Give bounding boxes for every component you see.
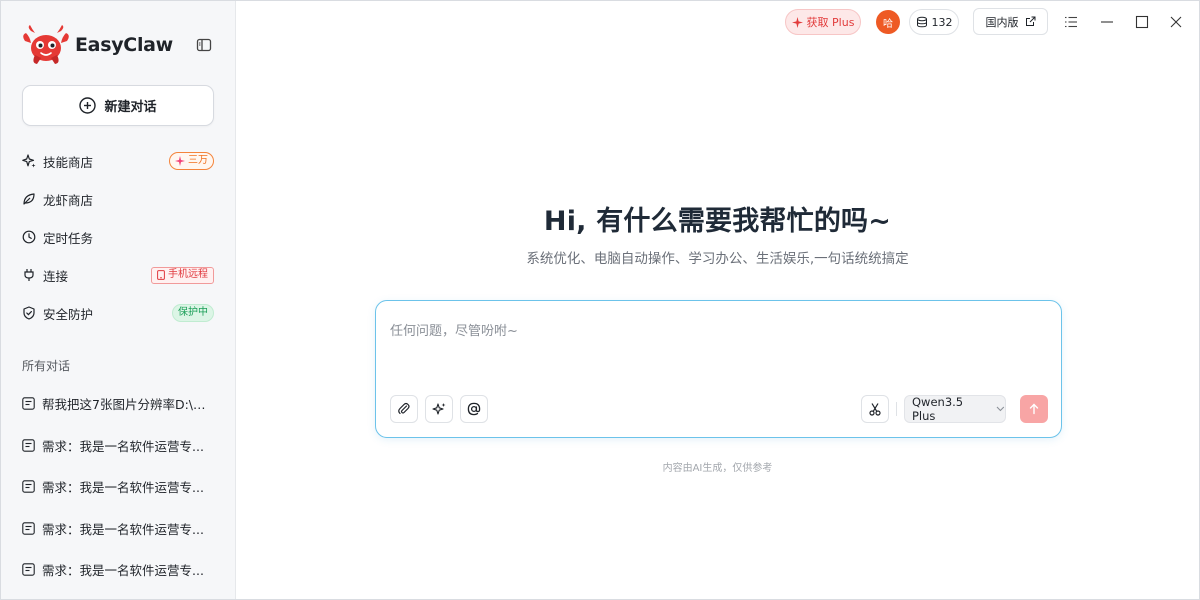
maximize-icon[interactable] [1132, 12, 1152, 32]
sparkles-icon [432, 403, 446, 415]
avatar[interactable]: 哈 [876, 10, 900, 34]
lobster-logo-icon [23, 25, 69, 64]
region-button[interactable]: 国内版 [973, 8, 1048, 35]
count-badge: 三万 [169, 152, 214, 170]
sidebar-item-label: 安全防护 [43, 306, 94, 322]
sidebar: EasyClaw 新建对话 技能商店 三万 龙虾商店 定时任务 连接 手机远程 … [1, 1, 236, 599]
model-name: Qwen3.5 Plus [912, 395, 964, 423]
protection-status-badge: 保护中 [172, 304, 214, 322]
sidebar-item-label: 定时任务 [43, 230, 94, 246]
sidebar-item-connect[interactable]: 连接 手机远程 [1, 256, 236, 294]
chat-doc-icon [22, 397, 35, 410]
region-label: 国内版 [985, 15, 1019, 29]
plug-icon [22, 268, 36, 282]
brand-name: EasyClaw [75, 34, 173, 56]
conversation-item[interactable]: 需求：我是一名软件运营专... [1, 549, 236, 591]
conversation-title: 帮我把这7张图片分辨率D:\工... [42, 397, 212, 413]
chevron-down-icon [996, 406, 1005, 412]
conversation-item[interactable]: 需求：我是一名软件运营专... [1, 508, 236, 550]
app-window: EasyClaw 新建对话 技能商店 三万 龙虾商店 定时任务 连接 手机远程 … [0, 0, 1200, 600]
at-sign-icon [467, 402, 481, 416]
paperclip-icon [398, 402, 410, 415]
magic-button[interactable] [425, 395, 453, 423]
ai-disclaimer: 内容由AI生成，仅供参考 [662, 463, 773, 474]
sparkle-icon [22, 154, 36, 168]
conversation-title: 需求：我是一名软件运营专... [42, 563, 204, 579]
mobile-remote-badge: 手机远程 [151, 266, 214, 284]
sidebar-item-skill-store[interactable]: 技能商店 三万 [1, 142, 236, 180]
sidebar-item-label: 龙虾商店 [43, 192, 94, 208]
chat-doc-icon [22, 563, 35, 576]
conversation-title: 需求：我是一名软件运营专... [42, 480, 204, 496]
get-plus-button[interactable]: 获取 Plus [785, 9, 861, 35]
new-chat-button[interactable]: 新建对话 [22, 85, 214, 126]
sidebar-toggle-icon[interactable] [196, 37, 212, 53]
send-button[interactable] [1020, 395, 1048, 423]
credits-badge[interactable]: 132 [909, 9, 959, 35]
chat-doc-icon [22, 439, 35, 452]
menu-icon[interactable] [1061, 12, 1081, 32]
all-conversations-heading: 所有对话 [22, 359, 71, 373]
logo: EasyClaw [21, 25, 216, 65]
attach-button[interactable] [390, 395, 418, 423]
arrow-up-icon [1029, 403, 1039, 415]
model-selector[interactable]: Qwen3.5 Plus [904, 395, 1006, 423]
chat-doc-icon [22, 480, 35, 493]
toolbar-divider [896, 402, 897, 416]
conversation-item[interactable]: 需求：我是一名软件运营专... [1, 466, 236, 508]
phone-icon [157, 270, 165, 280]
message-input-placeholder[interactable]: 任何问题，尽管吩咐~ [390, 320, 518, 339]
conversation-title: 需求：我是一名软件运营专... [42, 438, 204, 454]
main-panel: 获取 Plus 哈 132 国内版 Hi, 有什么需要我帮忙的吗~ 系统优化、电… [236, 1, 1199, 599]
greeting-title: Hi, 有什么需要我帮忙的吗~ [543, 206, 892, 237]
sidebar-item-lobster-store[interactable]: 龙虾商店 [1, 180, 236, 218]
message-composer[interactable]: 任何问题，尽管吩咐~ Qwen3.5 Plus [375, 300, 1062, 438]
sidebar-item-scheduled-tasks[interactable]: 定时任务 [1, 218, 236, 256]
title-bar: 获取 Plus 哈 132 国内版 [236, 1, 1199, 43]
leaf-icon [22, 192, 36, 206]
external-link-icon [1025, 16, 1035, 26]
sparkle-icon [791, 16, 803, 28]
sidebar-item-security[interactable]: 安全防护 保护中 [1, 294, 236, 332]
conversation-title: 需求：我是一名软件运营专... [42, 521, 204, 537]
plus-circle-icon [79, 97, 97, 114]
minimize-icon[interactable] [1097, 12, 1117, 32]
badge-text: 三万 [188, 155, 208, 166]
sidebar-item-label: 技能商店 [43, 154, 94, 170]
coins-icon [916, 16, 927, 28]
sparkle-badge-icon [175, 156, 185, 166]
sidebar-item-label: 连接 [43, 268, 69, 284]
credits-count: 132 [931, 15, 953, 29]
conversation-item[interactable]: 需求：我是一名软件运营专... [1, 425, 236, 467]
clock-icon [22, 230, 36, 244]
scissors-button[interactable] [861, 395, 889, 423]
sidebar-nav: 技能商店 三万 龙虾商店 定时任务 连接 手机远程 安全防护 保护中 [1, 142, 236, 332]
chat-doc-icon [22, 522, 35, 535]
mention-button[interactable] [460, 395, 488, 423]
shield-icon [22, 306, 36, 320]
greeting-subtitle: 系统优化、电脑自动操作、学习办公、生活娱乐,一句话统统搞定 [526, 251, 909, 267]
conversation-item[interactable]: 帮我把这7张图片分辨率D:\工... [1, 383, 236, 425]
scissors-icon [869, 403, 881, 416]
conversation-list: 帮我把这7张图片分辨率D:\工... 需求：我是一名软件运营专... 需求：我是… [1, 383, 236, 591]
new-chat-label: 新建对话 [104, 100, 157, 115]
close-icon[interactable] [1166, 12, 1186, 32]
get-plus-label: 获取 Plus [806, 16, 855, 29]
badge-text: 手机远程 [168, 269, 208, 280]
